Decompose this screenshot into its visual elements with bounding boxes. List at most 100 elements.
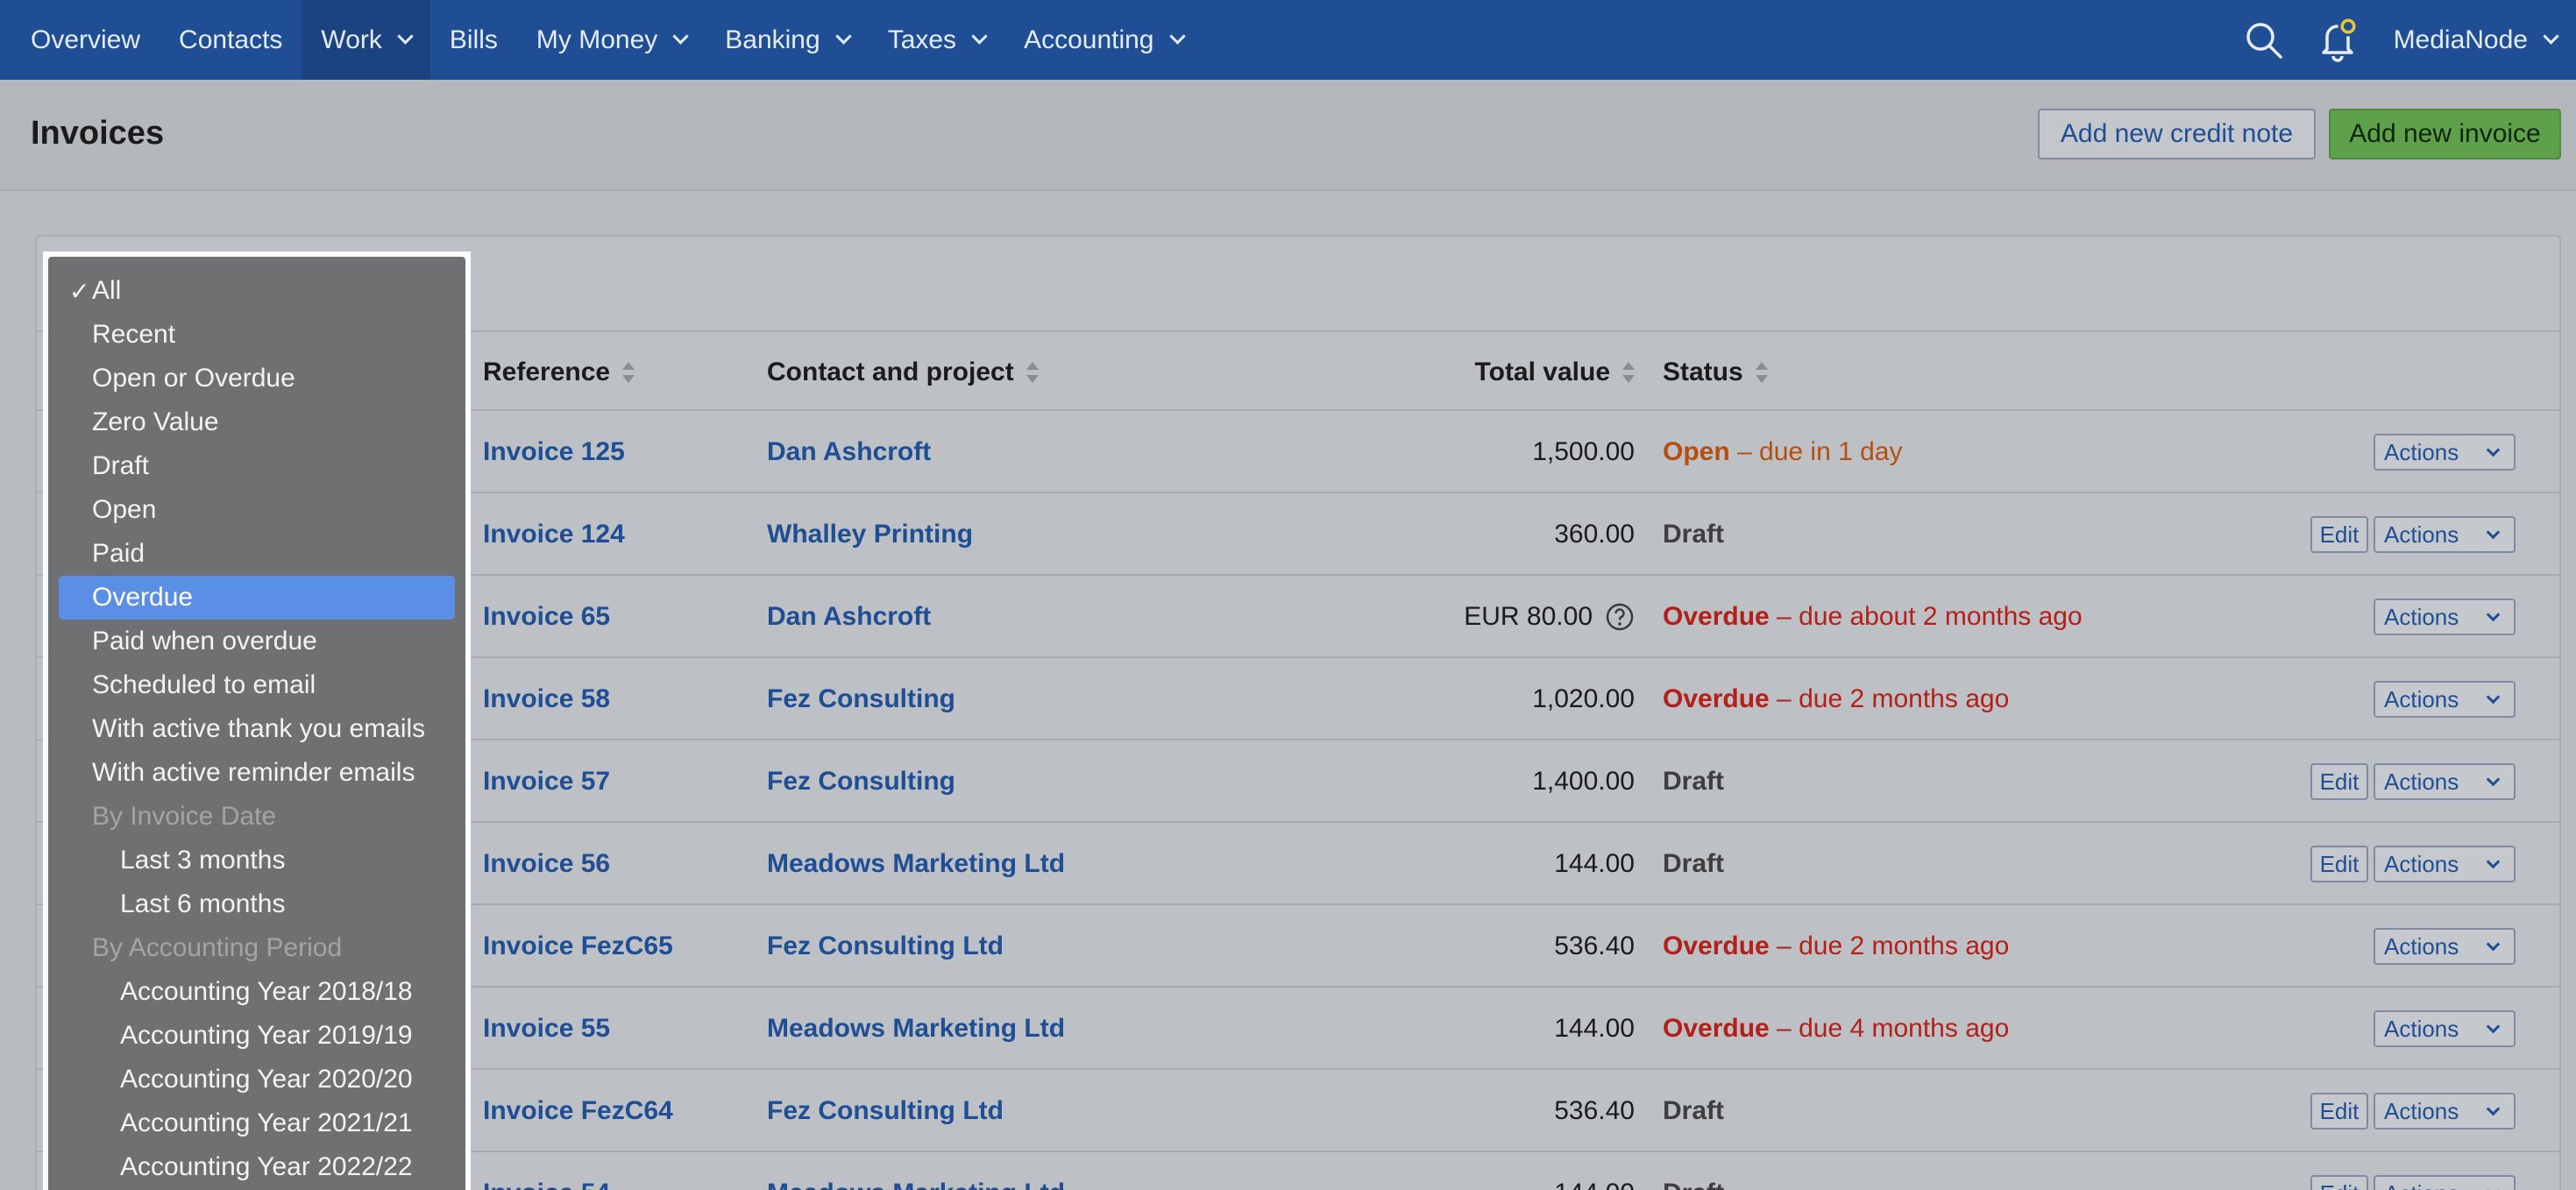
edit-button[interactable]: Edit <box>2310 763 2368 800</box>
dropdown-option[interactable]: Last 6 months <box>59 882 455 926</box>
option-label: Open <box>92 495 157 524</box>
total-value: 1,020.00 <box>1532 658 1635 740</box>
actions-button[interactable]: Actions <box>2374 928 2516 965</box>
actions-button[interactable]: Actions <box>2374 516 2516 553</box>
invoice-reference-link[interactable]: Invoice 125 <box>483 411 625 493</box>
organization-menu[interactable]: MediaNode <box>2394 25 2576 55</box>
status-badge: Draft <box>1663 520 1725 549</box>
actions-button[interactable]: Actions <box>2374 434 2516 471</box>
dropdown-option[interactable]: Paid when overdue <box>59 620 455 663</box>
nav-item-bills[interactable]: Bills <box>430 0 517 80</box>
actions-button[interactable]: Actions <box>2374 763 2516 800</box>
invoice-reference-link[interactable]: Invoice 65 <box>483 576 610 658</box>
actions-label: Actions <box>2384 685 2459 712</box>
column-label: Contact and project <box>767 358 1014 386</box>
chevron-down-icon <box>397 28 414 45</box>
dropdown-option[interactable]: Accounting Year 2020/20 <box>59 1058 455 1101</box>
edit-button[interactable]: Edit <box>2310 1093 2368 1130</box>
nav-item-accounting[interactable]: Accounting <box>1004 0 1202 80</box>
nav-item-taxes[interactable]: Taxes <box>869 0 1004 80</box>
dropdown-option[interactable]: Paid <box>59 532 455 576</box>
help-icon[interactable] <box>1605 602 1635 632</box>
option-label: With active thank you emails <box>92 714 426 743</box>
column-status[interactable]: Status <box>1663 332 1768 413</box>
nav-item-my-money[interactable]: My Money <box>517 0 706 80</box>
total-amount: 144.00 <box>1554 1179 1635 1190</box>
nav-item-banking[interactable]: Banking <box>706 0 868 80</box>
dropdown-option[interactable]: Scheduled to email <box>59 663 455 707</box>
add-invoice-button[interactable]: Add new invoice <box>2329 109 2561 159</box>
dropdown-option[interactable]: Last 3 months <box>59 839 455 882</box>
total-value: 144.00 <box>1554 1152 1635 1190</box>
column-reference[interactable]: Reference <box>483 332 635 413</box>
dropdown-option[interactable]: Accounting Year 2021/21 <box>59 1101 455 1145</box>
dropdown-option[interactable]: Zero Value <box>59 400 455 444</box>
dropdown-option[interactable]: Accounting Year 2022/22 <box>59 1145 455 1189</box>
contact-link[interactable]: Fez Consulting <box>767 740 955 823</box>
option-label: Draft <box>92 451 150 480</box>
dropdown-option[interactable]: Draft <box>59 444 455 488</box>
nav-item-label: My Money <box>536 25 658 54</box>
contact-link[interactable]: Fez Consulting Ltd <box>767 905 1004 988</box>
option-label: Last 6 months <box>120 889 286 918</box>
invoice-reference-link[interactable]: Invoice 124 <box>483 493 625 576</box>
dropdown-option[interactable]: Open or Overdue <box>59 357 455 400</box>
contact-link[interactable]: Meadows Marketing Ltd <box>767 1152 1065 1190</box>
invoice-reference-link[interactable]: Invoice FezC64 <box>483 1070 673 1152</box>
status-text: Draft <box>1663 740 1724 823</box>
contact-link[interactable]: Meadows Marketing Ltd <box>767 988 1065 1070</box>
status-detail: – due about 2 months ago <box>1769 602 2083 631</box>
option-label: Accounting Year 2022/22 <box>120 1152 413 1181</box>
dropdown-option[interactable]: Open <box>59 488 455 532</box>
contact-link[interactable]: Dan Ashcroft <box>767 411 931 493</box>
dropdown-option[interactable]: With active reminder emails <box>59 751 455 795</box>
dropdown-option[interactable]: Accounting Year 2018/18 <box>59 970 455 1014</box>
bell-icon[interactable] <box>2317 16 2360 65</box>
actions-button[interactable]: Actions <box>2374 1093 2516 1130</box>
sort-icon <box>1755 362 1768 383</box>
contact-link[interactable]: Fez Consulting <box>767 658 955 740</box>
search-icon[interactable] <box>2245 21 2283 60</box>
actions-button[interactable]: Actions <box>2374 681 2516 718</box>
edit-button[interactable]: Edit <box>2310 516 2368 553</box>
actions-button[interactable]: Actions <box>2374 1010 2516 1047</box>
nav-item-work[interactable]: Work <box>302 0 430 80</box>
dropdown-option[interactable]: Overdue <box>59 576 455 620</box>
dropdown-option[interactable]: With active thank you emails <box>59 707 455 751</box>
nav-item-label: Overview <box>31 25 141 54</box>
sort-icon <box>622 362 635 383</box>
nav-item-contacts[interactable]: Contacts <box>160 0 302 80</box>
total-value: 536.40 <box>1554 1070 1635 1152</box>
status-text: Draft <box>1663 1070 1724 1152</box>
edit-button[interactable]: Edit <box>2310 846 2368 882</box>
contact-link[interactable]: Fez Consulting Ltd <box>767 1070 1004 1152</box>
column-total[interactable]: Total value <box>1475 332 1635 413</box>
chevron-down-icon <box>2543 28 2559 45</box>
dropdown-option[interactable]: Recent <box>59 313 455 357</box>
nav-item-overview[interactable]: Overview <box>0 0 160 80</box>
sort-icon <box>1025 362 1039 383</box>
option-label: By Invoice Date <box>92 802 277 831</box>
invoice-reference-link[interactable]: Invoice 55 <box>483 988 610 1070</box>
invoice-reference-link[interactable]: Invoice 58 <box>483 658 610 740</box>
column-contact[interactable]: Contact and project <box>767 332 1039 413</box>
dropdown-option[interactable]: Accounting Year 2019/19 <box>59 1014 455 1058</box>
add-credit-note-button[interactable]: Add new credit note <box>2038 109 2316 159</box>
invoice-reference-link[interactable]: Invoice 54 <box>483 1152 610 1190</box>
invoice-reference-link[interactable]: Invoice 57 <box>483 740 610 823</box>
status-text: Open – due in 1 day <box>1663 411 1903 493</box>
actions-button[interactable]: Actions <box>2374 1175 2516 1190</box>
organization-name: MediaNode <box>2393 25 2528 54</box>
actions-button[interactable]: Actions <box>2374 599 2516 635</box>
dropdown-option[interactable]: ✓ All <box>59 269 455 313</box>
status-badge: Draft <box>1663 1179 1724 1190</box>
contact-link[interactable]: Meadows Marketing Ltd <box>767 823 1065 905</box>
edit-button[interactable]: Edit <box>2310 1175 2368 1190</box>
invoice-reference-link[interactable]: Invoice 56 <box>483 823 610 905</box>
contact-link[interactable]: Dan Ashcroft <box>767 576 931 658</box>
chevron-down-icon <box>834 28 852 45</box>
invoice-reference-link[interactable]: Invoice FezC65 <box>483 905 673 988</box>
dropdown-group-label: By Invoice Date <box>59 795 455 839</box>
contact-link[interactable]: Whalley Printing <box>767 493 973 576</box>
actions-button[interactable]: Actions <box>2374 846 2516 882</box>
